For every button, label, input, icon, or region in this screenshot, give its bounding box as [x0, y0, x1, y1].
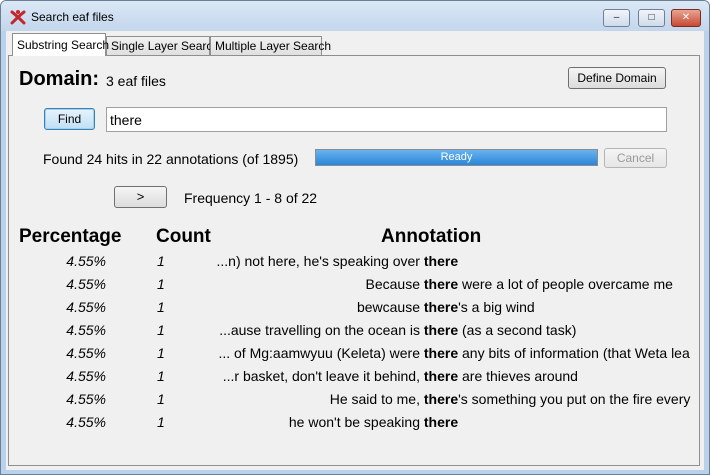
close-button[interactable]: ✕	[671, 9, 701, 27]
substring-search-panel: Domain: 3 eaf files Define Domain Find F…	[8, 55, 700, 466]
annotation-hit: there	[423, 414, 459, 430]
annotation-cell: ...ause travelling on the ocean is there…	[189, 322, 699, 338]
domain-value: 3 eaf files	[106, 73, 166, 89]
title-bar[interactable]: Search eaf files – □ ✕	[1, 1, 709, 31]
define-domain-button[interactable]: Define Domain	[568, 67, 666, 89]
percentage-cell: 4.55%	[66, 276, 106, 292]
annotation-text: bewcause there's a big wind	[357, 299, 535, 315]
frequency-text: Frequency 1 - 8 of 22	[184, 190, 318, 206]
annotation-post: 's something you put on the fire every	[458, 391, 691, 407]
column-header-percentage[interactable]: Percentage	[19, 226, 121, 248]
tab-label: Multiple Layer Search	[215, 39, 332, 53]
tab-label: Single Layer Search	[111, 39, 220, 53]
percentage-cell: 4.55%	[66, 322, 106, 338]
annotation-text: ...r basket, don't leave it behind, ther…	[223, 368, 578, 384]
percentage-cell: 4.55%	[66, 368, 106, 384]
tab-substring-search[interactable]: Substring Search	[12, 33, 110, 56]
maximize-button[interactable]: □	[638, 9, 665, 27]
annotation-text: ...ause travelling on the ocean is there…	[219, 322, 576, 338]
percentage-cell: 4.55%	[66, 345, 106, 361]
annotation-cell: Because there were a lot of people overc…	[189, 276, 699, 292]
annotation-pre: Because	[365, 276, 424, 292]
table-row[interactable]: 4.55% 1 he won't be speaking there	[9, 414, 699, 437]
table-row[interactable]: 4.55% 1 ...ause travelling on the ocean is…	[9, 322, 699, 345]
annotation-post: (as a second task)	[458, 322, 577, 338]
annotation-text: ...n) not here, he's speaking over there	[217, 253, 459, 269]
annotation-pre: ...n) not here, he's speaking over	[216, 253, 424, 269]
tab-single-layer-search[interactable]: Single Layer Search	[106, 36, 219, 55]
tab-label: Substring Search	[17, 38, 110, 52]
annotation-pre: he won't be speaking	[288, 414, 424, 430]
percentage-cell: 4.55%	[66, 253, 106, 269]
annotation-hit: there	[423, 345, 459, 361]
percentage-cell: 4.55%	[66, 414, 106, 430]
annotation-pre: bewcause	[356, 299, 424, 315]
count-cell: 1	[157, 299, 165, 315]
search-window: Search eaf files – □ ✕ Substring Search …	[0, 0, 710, 475]
count-cell: 1	[157, 345, 165, 361]
window-title: Search eaf files	[31, 10, 114, 24]
window-client: Substring Search Single Layer Search Mul…	[6, 31, 704, 470]
annotation-hit: there	[423, 276, 459, 292]
column-header-count[interactable]: Count	[156, 226, 211, 248]
maximize-icon: □	[648, 12, 655, 23]
annotation-hit: there	[423, 322, 459, 338]
tab-multiple-layer-search[interactable]: Multiple Layer Search	[210, 36, 331, 55]
annotation-hit: there	[423, 299, 459, 315]
annotation-hit: there	[423, 391, 459, 407]
cancel-button[interactable]: Cancel	[604, 148, 667, 168]
count-cell: 1	[157, 322, 165, 338]
find-button[interactable]: Find	[44, 108, 95, 130]
count-cell: 1	[157, 414, 165, 430]
annotation-cell: ...n) not here, he's speaking over there	[189, 253, 699, 269]
column-header-annotation[interactable]: Annotation	[381, 226, 481, 248]
found-hits-text: Found 24 hits in 22 annotations (of 1895…	[43, 151, 299, 167]
table-row[interactable]: 4.55% 1 He said to me, there's something y…	[9, 391, 699, 414]
annotation-pre: He said to me,	[329, 391, 424, 407]
minimize-icon: –	[613, 12, 620, 23]
annotation-hit: there	[423, 253, 459, 269]
annotation-post: any bits of information (that Weta lea	[458, 345, 690, 361]
annotation-text: He said to me, there's something you put…	[330, 391, 691, 407]
count-cell: 1	[157, 391, 165, 407]
annotation-cell: he won't be speaking there	[189, 414, 699, 430]
table-row[interactable]: 4.55% 1 ...r basket, don't leave it behind…	[9, 368, 699, 391]
annotation-cell: ...r basket, don't leave it behind, ther…	[189, 368, 699, 384]
table-row[interactable]: 4.55% 1 ... of Mg:aamwyuu (Keleta) were th…	[9, 345, 699, 368]
annotation-text: he won't be speaking there	[289, 414, 458, 430]
progress-bar: Ready	[315, 149, 598, 166]
count-cell: 1	[157, 276, 165, 292]
annotation-cell: bewcause there's a big wind	[189, 299, 699, 315]
app-icon	[10, 10, 26, 25]
percentage-cell: 4.55%	[66, 391, 106, 407]
annotation-post: were a lot of people overcame me	[458, 276, 673, 292]
count-cell: 1	[157, 253, 165, 269]
percentage-cell: 4.55%	[66, 299, 106, 315]
annotation-pre: ...r basket, don't leave it behind,	[222, 368, 424, 384]
annotation-hit: there	[423, 368, 459, 384]
progress-label: Ready	[440, 151, 473, 163]
annotation-text: Because there were a lot of people overc…	[366, 276, 673, 292]
close-icon: ✕	[681, 12, 691, 23]
search-input[interactable]	[106, 107, 667, 132]
table-row[interactable]: 4.55% 1 Because there were a lot of people…	[9, 276, 699, 299]
annotation-text: ... of Mg:aamwyuu (Keleta) were there an…	[218, 345, 689, 361]
annotation-post: are thieves around	[458, 368, 578, 384]
annotation-pre: ... of Mg:aamwyuu (Keleta) were	[218, 345, 424, 361]
minimize-button[interactable]: –	[603, 9, 630, 27]
annotation-cell: He said to me, there's something you put…	[189, 391, 699, 407]
next-page-button[interactable]: >	[114, 186, 167, 208]
annotation-pre: ...ause travelling on the ocean is	[219, 322, 424, 338]
domain-label: Domain:	[19, 68, 99, 90]
table-row[interactable]: 4.55% 1 bewcause there's a big wind	[9, 299, 699, 322]
annotation-post: 's a big wind	[458, 299, 535, 315]
count-cell: 1	[157, 368, 165, 384]
table-row[interactable]: 4.55% 1 ...n) not here, he's speaking over…	[9, 253, 699, 276]
annotation-cell: ... of Mg:aamwyuu (Keleta) were there an…	[189, 345, 699, 361]
